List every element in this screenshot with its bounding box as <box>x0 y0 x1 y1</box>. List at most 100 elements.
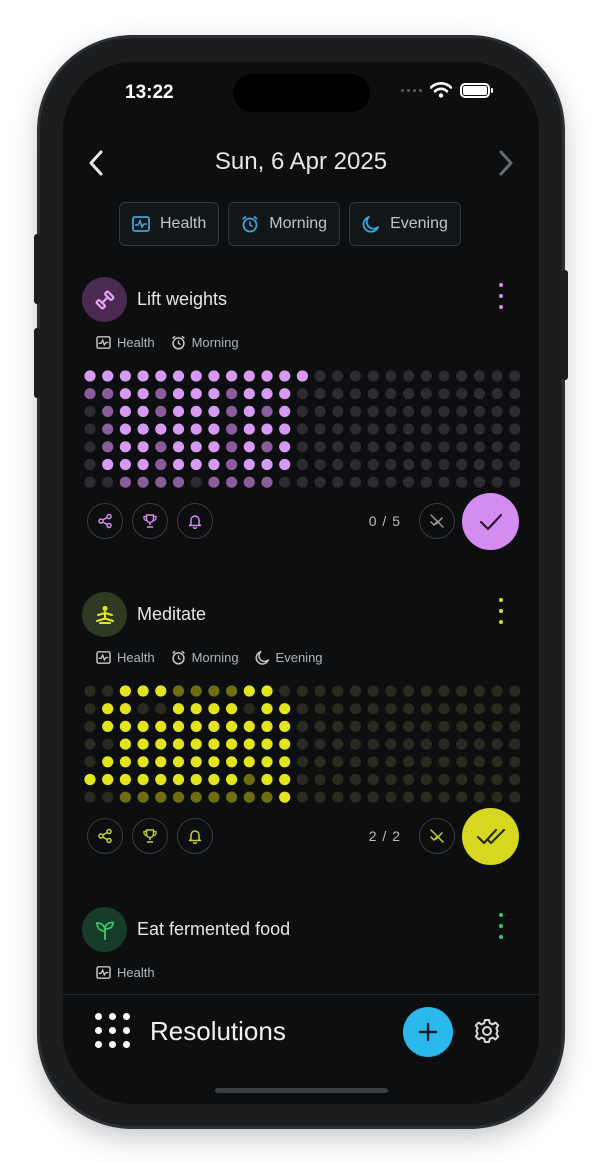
grid-dot <box>279 441 291 453</box>
trophy-button[interactable] <box>132 503 168 539</box>
grid-dot <box>226 441 238 453</box>
grid-dot <box>279 791 291 803</box>
grid-dot <box>119 720 131 732</box>
grid-dot <box>243 720 255 732</box>
filter-morning[interactable]: Morning <box>228 202 341 246</box>
grid-dot <box>491 370 503 382</box>
home-indicator <box>215 1088 388 1093</box>
grid-dot <box>438 756 450 768</box>
grid-dot <box>226 685 238 697</box>
grid-dot <box>190 773 202 786</box>
grid-dot <box>243 423 255 435</box>
grid-dot <box>296 756 308 768</box>
grid-dot <box>190 756 202 768</box>
grid-dot <box>349 423 362 435</box>
habit-card-lift-weights[interactable]: Lift weights Health Morning 0 / 5 <box>63 277 539 577</box>
grid-dot <box>226 756 238 768</box>
grid-dot <box>243 703 255 715</box>
grid-dot <box>261 441 273 453</box>
grid-dot <box>155 720 167 732</box>
grid-dot <box>367 388 379 400</box>
grid-dot <box>190 476 202 488</box>
grid-dot <box>155 703 167 715</box>
grid-dot <box>332 685 344 697</box>
share-button[interactable] <box>87 503 123 539</box>
filter-morning-label: Morning <box>269 215 328 232</box>
skip-button[interactable] <box>419 818 455 854</box>
reminder-button[interactable] <box>177 818 213 854</box>
grid-dot <box>172 773 185 786</box>
grid-dot <box>349 370 362 382</box>
settings-button[interactable] <box>473 1017 501 1045</box>
next-day-button[interactable] <box>491 146 521 180</box>
grid-dot <box>403 756 415 768</box>
alarm-icon <box>171 335 186 350</box>
grid-dot <box>279 476 291 488</box>
wifi-icon <box>430 82 452 98</box>
grid-dot <box>208 685 220 697</box>
grid-dot <box>137 405 149 417</box>
grid-dot <box>420 370 432 382</box>
filter-evening[interactable]: Evening <box>349 202 461 246</box>
trophy-button[interactable] <box>132 818 168 854</box>
grid-dot <box>491 476 503 488</box>
grid-dot <box>473 756 485 768</box>
grid-dot <box>456 720 468 732</box>
more-options-button[interactable] <box>493 283 509 309</box>
grid-dot <box>367 685 379 697</box>
trophy-icon <box>143 514 157 528</box>
grid-dot <box>491 703 503 715</box>
grid-dot <box>261 405 273 417</box>
complete-button[interactable] <box>462 493 519 550</box>
tag-label: Morning <box>191 650 239 665</box>
habit-tags: Health <box>96 965 155 980</box>
complete-button[interactable] <box>462 808 519 865</box>
share-icon <box>98 513 112 529</box>
activity-dot-grid <box>84 370 521 488</box>
card-header: Lift weights <box>82 277 227 322</box>
reminder-button[interactable] <box>177 503 213 539</box>
chevron-right-icon <box>499 150 513 176</box>
grid-dot <box>155 388 167 400</box>
skip-button[interactable] <box>419 503 455 539</box>
grid-dot <box>208 458 220 471</box>
grid-dot <box>473 791 485 803</box>
grid-dot <box>226 423 238 435</box>
share-button[interactable] <box>87 818 123 854</box>
skip-icon <box>430 829 444 843</box>
grid-dot <box>403 441 415 453</box>
grid-dot <box>137 458 149 471</box>
grid-dot <box>314 685 326 697</box>
grid-dot <box>172 685 185 697</box>
grid-dot <box>261 458 273 471</box>
battery-icon <box>460 82 493 98</box>
grid-dot <box>473 738 485 750</box>
apps-grid-icon[interactable] <box>95 1013 130 1048</box>
grid-dot <box>190 405 202 417</box>
habit-tags: Health Morning <box>96 335 239 350</box>
filter-bar: Health Morning Evening <box>119 202 461 246</box>
grid-dot <box>137 476 149 488</box>
grid-dot <box>438 476 450 488</box>
grid-dot <box>473 423 485 435</box>
add-resolution-button[interactable] <box>403 1007 453 1057</box>
grid-dot <box>226 738 238 750</box>
habit-card-meditate[interactable]: Meditate Health Morning Evening 2 / 2 <box>63 592 539 892</box>
grid-dot <box>137 756 149 768</box>
habit-card-eat-fermented-food[interactable]: Eat fermented food Health <box>63 907 539 997</box>
tag-health: Health <box>96 965 155 980</box>
grid-dot <box>491 685 503 697</box>
grid-dot <box>349 791 362 803</box>
grid-dot <box>190 370 202 382</box>
grid-dot <box>296 423 308 435</box>
more-options-button[interactable] <box>493 913 509 939</box>
grid-dot <box>155 476 167 488</box>
grid-dot <box>491 388 503 400</box>
grid-dot <box>172 703 185 715</box>
more-options-button[interactable] <box>493 598 509 624</box>
grid-dot <box>420 738 432 750</box>
grid-dot <box>385 370 397 382</box>
grid-dot <box>137 791 149 803</box>
grid-dot <box>155 773 167 786</box>
filter-health[interactable]: Health <box>119 202 220 246</box>
